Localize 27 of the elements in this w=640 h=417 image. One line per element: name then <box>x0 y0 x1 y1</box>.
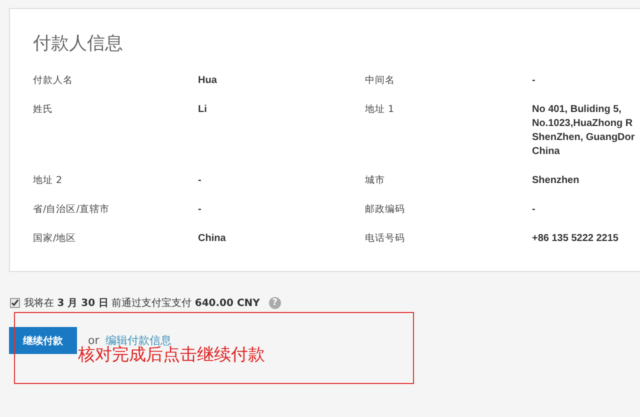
field-label: 地址 1 <box>365 103 396 117</box>
field-label: 电话号码 <box>365 232 406 246</box>
field-value: +86 135 5222 2215 <box>532 232 620 246</box>
field-label: 姓氏 <box>33 103 54 117</box>
field-value: Li <box>198 103 208 117</box>
field-value: Shenzhen <box>532 174 580 188</box>
field-label: 地址 2 <box>33 174 64 188</box>
field-label: 城市 <box>365 174 386 188</box>
agreement-checkbox[interactable] <box>10 298 20 308</box>
or-text: or <box>88 334 100 347</box>
field-value: - <box>532 74 536 88</box>
agreement-text: 我将在 3 月 30 日 前通过支付宝支付 640.00 CNY <box>24 296 260 310</box>
field-value: - <box>532 203 536 217</box>
field-value: Hua <box>198 74 218 88</box>
annotation-text: 核对完成后点击继续付款 <box>78 345 265 366</box>
field-value: China <box>198 232 227 246</box>
field-label: 国家/地区 <box>33 232 78 246</box>
field-label: 邮政编码 <box>365 203 406 217</box>
continue-payment-button[interactable]: 继续付款 <box>9 327 77 354</box>
help-icon[interactable]: ? <box>268 297 281 309</box>
field-value: - <box>198 174 202 188</box>
field-label: 付款人名 <box>33 74 74 88</box>
field-label: 中间名 <box>365 74 396 88</box>
field-label: 省/自治区/直辖市 <box>33 203 110 217</box>
field-value: - <box>198 203 202 217</box>
panel-title: 付款人信息 <box>33 33 124 55</box>
field-value: No 401, Buliding 5, No.1023,HuaZhong R ShenZhen, GuangDor China <box>532 103 636 159</box>
